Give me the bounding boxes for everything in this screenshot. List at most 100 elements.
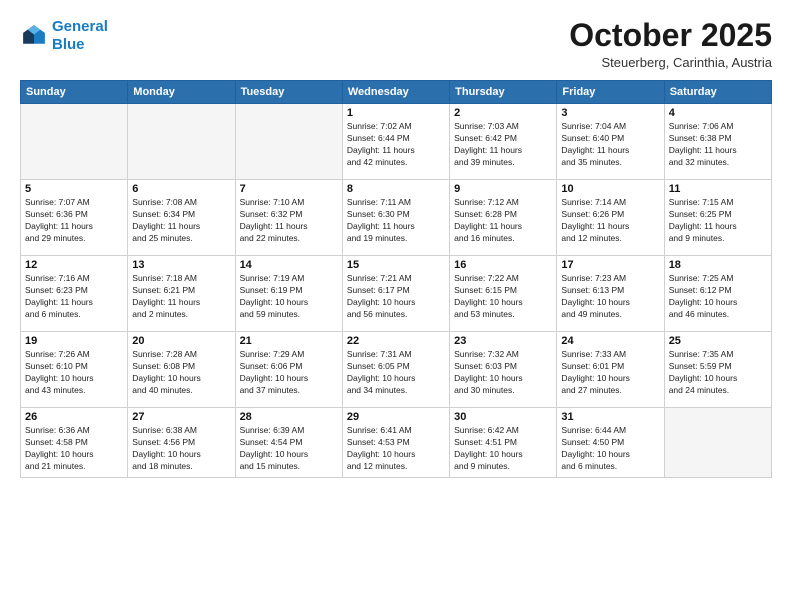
header-saturday: Saturday: [664, 81, 771, 104]
day-info: Sunrise: 6:36 AMSunset: 4:58 PMDaylight:…: [25, 425, 123, 473]
day-number: 18: [669, 259, 767, 271]
day-info: Sunrise: 6:41 AMSunset: 4:53 PMDaylight:…: [347, 425, 445, 473]
week-row-5: 26 Sunrise: 6:36 AMSunset: 4:58 PMDayligh…: [21, 408, 772, 478]
day-info: Sunrise: 7:06 AMSunset: 6:38 PMDaylight:…: [669, 121, 767, 169]
day-cell-4-2: 20 Sunrise: 7:28 AMSunset: 6:08 PMDayligh…: [128, 332, 235, 408]
day-cell-3-2: 13 Sunrise: 7:18 AMSunset: 6:21 PMDayligh…: [128, 256, 235, 332]
day-info: Sunrise: 7:02 AMSunset: 6:44 PMDaylight:…: [347, 121, 445, 169]
day-cell-5-1: 26 Sunrise: 6:36 AMSunset: 4:58 PMDayligh…: [21, 408, 128, 478]
day-info: Sunrise: 7:19 AMSunset: 6:19 PMDaylight:…: [240, 273, 338, 321]
day-number: 22: [347, 335, 445, 347]
day-info: Sunrise: 6:42 AMSunset: 4:51 PMDaylight:…: [454, 425, 552, 473]
day-number: 14: [240, 259, 338, 271]
day-info: Sunrise: 7:18 AMSunset: 6:21 PMDaylight:…: [132, 273, 230, 321]
day-cell-1-2: [128, 104, 235, 180]
day-info: Sunrise: 7:12 AMSunset: 6:28 PMDaylight:…: [454, 197, 552, 245]
day-number: 7: [240, 183, 338, 195]
day-info: Sunrise: 7:28 AMSunset: 6:08 PMDaylight:…: [132, 349, 230, 397]
day-cell-1-4: 1 Sunrise: 7:02 AMSunset: 6:44 PMDaylight…: [342, 104, 449, 180]
day-cell-2-7: 11Sunrise: 7:15 AMSunset: 6:25 PMDayligh…: [664, 180, 771, 256]
day-number: 19: [25, 335, 123, 347]
day-number: 15: [347, 259, 445, 271]
day-info: Sunrise: 7:10 AMSunset: 6:32 PMDaylight:…: [240, 197, 338, 245]
day-cell-4-5: 23Sunrise: 7:32 AMSunset: 6:03 PMDayligh…: [450, 332, 557, 408]
day-number: 5: [25, 183, 123, 195]
day-cell-1-5: 2 Sunrise: 7:03 AMSunset: 6:42 PMDaylight…: [450, 104, 557, 180]
weekday-header-row: Sunday Monday Tuesday Wednesday Thursday…: [21, 81, 772, 104]
day-info: Sunrise: 7:08 AMSunset: 6:34 PMDaylight:…: [132, 197, 230, 245]
day-cell-2-4: 8Sunrise: 7:11 AMSunset: 6:30 PMDaylight…: [342, 180, 449, 256]
header-sunday: Sunday: [21, 81, 128, 104]
day-info: Sunrise: 7:16 AMSunset: 6:23 PMDaylight:…: [25, 273, 123, 321]
day-cell-4-1: 19 Sunrise: 7:26 AMSunset: 6:10 PMDayligh…: [21, 332, 128, 408]
day-number: 13: [132, 259, 230, 271]
header-friday: Friday: [557, 81, 664, 104]
day-cell-4-4: 22 Sunrise: 7:31 AMSunset: 6:05 PMDayligh…: [342, 332, 449, 408]
calendar-table: Sunday Monday Tuesday Wednesday Thursday…: [20, 80, 772, 478]
header-monday: Monday: [128, 81, 235, 104]
day-number: 4: [669, 107, 767, 119]
day-number: 3: [561, 107, 659, 119]
day-cell-1-7: 4 Sunrise: 7:06 AMSunset: 6:38 PMDaylight…: [664, 104, 771, 180]
day-cell-4-6: 24 Sunrise: 7:33 AMSunset: 6:01 PMDayligh…: [557, 332, 664, 408]
day-number: 26: [25, 411, 123, 423]
day-number: 9: [454, 183, 552, 195]
day-number: 20: [132, 335, 230, 347]
day-info: Sunrise: 6:38 AMSunset: 4:56 PMDaylight:…: [132, 425, 230, 473]
day-cell-1-6: 3 Sunrise: 7:04 AMSunset: 6:40 PMDaylight…: [557, 104, 664, 180]
day-number: 25: [669, 335, 767, 347]
header: General Blue October 2025 Steuerberg, Ca…: [20, 18, 772, 70]
day-info: Sunrise: 7:04 AMSunset: 6:40 PMDaylight:…: [561, 121, 659, 169]
day-info: Sunrise: 7:21 AMSunset: 6:17 PMDaylight:…: [347, 273, 445, 321]
day-number: 29: [347, 411, 445, 423]
day-number: 31: [561, 411, 659, 423]
day-number: 11: [669, 183, 767, 195]
day-cell-5-3: 28Sunrise: 6:39 AMSunset: 4:54 PMDayligh…: [235, 408, 342, 478]
header-wednesday: Wednesday: [342, 81, 449, 104]
day-cell-2-3: 7 Sunrise: 7:10 AMSunset: 6:32 PMDaylight…: [235, 180, 342, 256]
day-info: Sunrise: 7:31 AMSunset: 6:05 PMDaylight:…: [347, 349, 445, 397]
day-cell-2-5: 9 Sunrise: 7:12 AMSunset: 6:28 PMDaylight…: [450, 180, 557, 256]
day-cell-2-2: 6Sunrise: 7:08 AMSunset: 6:34 PMDaylight…: [128, 180, 235, 256]
day-cell-3-3: 14 Sunrise: 7:19 AMSunset: 6:19 PMDayligh…: [235, 256, 342, 332]
month-title: October 2025: [569, 18, 772, 53]
day-number: 10: [561, 183, 659, 195]
logo-text: General Blue: [52, 18, 108, 54]
day-info: Sunrise: 7:11 AMSunset: 6:30 PMDaylight:…: [347, 197, 445, 245]
day-info: Sunrise: 7:22 AMSunset: 6:15 PMDaylight:…: [454, 273, 552, 321]
day-cell-3-5: 16 Sunrise: 7:22 AMSunset: 6:15 PMDayligh…: [450, 256, 557, 332]
day-number: 28: [240, 411, 338, 423]
day-number: 17: [561, 259, 659, 271]
day-info: Sunrise: 7:35 AMSunset: 5:59 PMDaylight:…: [669, 349, 767, 397]
logo-line2: Blue: [52, 36, 85, 53]
day-info: Sunrise: 7:23 AMSunset: 6:13 PMDaylight:…: [561, 273, 659, 321]
day-cell-5-6: 31 Sunrise: 6:44 AMSunset: 4:50 PMDayligh…: [557, 408, 664, 478]
day-info: Sunrise: 7:26 AMSunset: 6:10 PMDaylight:…: [25, 349, 123, 397]
day-cell-5-5: 30 Sunrise: 6:42 AMSunset: 4:51 PMDayligh…: [450, 408, 557, 478]
day-cell-3-1: 12 Sunrise: 7:16 AMSunset: 6:23 PMDayligh…: [21, 256, 128, 332]
day-number: 2: [454, 107, 552, 119]
day-cell-4-7: 25 Sunrise: 7:35 AMSunset: 5:59 PMDayligh…: [664, 332, 771, 408]
day-cell-5-4: 29 Sunrise: 6:41 AMSunset: 4:53 PMDayligh…: [342, 408, 449, 478]
day-number: 21: [240, 335, 338, 347]
week-row-2: 5Sunrise: 7:07 AMSunset: 6:36 PMDaylight…: [21, 180, 772, 256]
week-row-1: 1 Sunrise: 7:02 AMSunset: 6:44 PMDaylight…: [21, 104, 772, 180]
day-number: 16: [454, 259, 552, 271]
day-cell-4-3: 21 Sunrise: 7:29 AMSunset: 6:06 PMDayligh…: [235, 332, 342, 408]
day-info: Sunrise: 7:29 AMSunset: 6:06 PMDaylight:…: [240, 349, 338, 397]
day-number: 27: [132, 411, 230, 423]
logo-line1: General: [52, 18, 108, 35]
day-cell-5-2: 27 Sunrise: 6:38 AMSunset: 4:56 PMDayligh…: [128, 408, 235, 478]
day-info: Sunrise: 6:44 AMSunset: 4:50 PMDaylight:…: [561, 425, 659, 473]
subtitle: Steuerberg, Carinthia, Austria: [569, 55, 772, 70]
page: General Blue October 2025 Steuerberg, Ca…: [0, 0, 792, 612]
day-number: 24: [561, 335, 659, 347]
day-number: 12: [25, 259, 123, 271]
day-cell-1-3: [235, 104, 342, 180]
title-block: October 2025 Steuerberg, Carinthia, Aust…: [569, 18, 772, 70]
day-info: Sunrise: 7:33 AMSunset: 6:01 PMDaylight:…: [561, 349, 659, 397]
day-number: 30: [454, 411, 552, 423]
day-info: Sunrise: 7:32 AMSunset: 6:03 PMDaylight:…: [454, 349, 552, 397]
day-info: Sunrise: 7:03 AMSunset: 6:42 PMDaylight:…: [454, 121, 552, 169]
day-number: 1: [347, 107, 445, 119]
